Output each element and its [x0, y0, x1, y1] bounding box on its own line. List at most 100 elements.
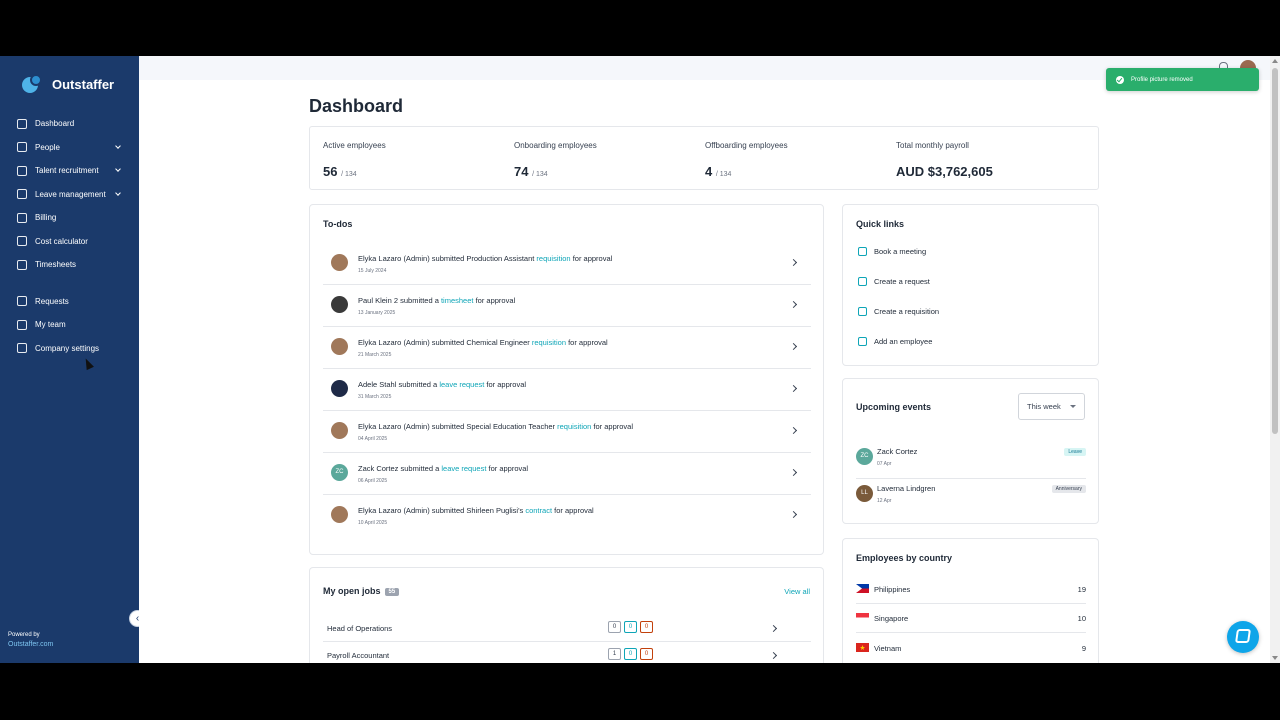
todo-item[interactable]: ZC Zack Cortez submitted a leave request … — [323, 453, 811, 495]
check-circle-icon — [1116, 75, 1124, 84]
todo-date: 13 January 2025 — [358, 310, 396, 316]
sidebar-item-billing[interactable]: Billing — [0, 206, 139, 230]
avatar: LL — [856, 485, 873, 502]
toast-notification[interactable]: Profile picture removed — [1106, 68, 1259, 91]
stat-value: AUD $3,762,605 — [896, 164, 993, 179]
quick-link-create-requisition[interactable]: Create a requisition — [858, 307, 939, 316]
sidebar: Outstaffer Dashboard People Talent recru… — [0, 56, 139, 663]
stat-value: 4 / 134 — [705, 164, 732, 179]
logo-text: Outstaffer — [52, 76, 115, 92]
quick-links-card: Quick links Book a meeting Create a requ… — [842, 204, 1099, 366]
chevron-right-icon — [789, 384, 798, 393]
status-badge: Anniversary — [1051, 485, 1086, 493]
events-period-select[interactable]: This week — [1018, 393, 1085, 420]
todo-date: 06 April 2025 — [358, 478, 388, 484]
team-icon — [17, 319, 27, 330]
requests-icon — [17, 296, 27, 307]
sidebar-item-dashboard[interactable]: Dashboard — [0, 112, 139, 136]
sidebar-item-company-settings[interactable]: Company settings — [0, 337, 139, 361]
sidebar-item-label: Timesheets — [35, 260, 77, 270]
job-row[interactable]: Head of Operations 0 0 0 — [323, 615, 811, 642]
todo-text: Elyka Lazaro (Admin) submitted Productio… — [358, 254, 613, 263]
avatar — [331, 254, 348, 271]
avatar — [331, 338, 348, 355]
country-count: 9 — [1081, 644, 1086, 653]
todo-item[interactable]: Elyka Lazaro (Admin) submitted Chemical … — [323, 327, 811, 369]
sidebar-item-label: People — [35, 142, 60, 152]
sidebar-item-my-team[interactable]: My team — [0, 313, 139, 337]
stat-label: Offboarding employees — [705, 141, 788, 150]
chevron-down-icon — [1070, 405, 1076, 408]
todo-item[interactable]: Elyka Lazaro (Admin) submitted Productio… — [323, 243, 811, 285]
people-icon — [17, 142, 27, 153]
quick-link-add-employee[interactable]: Add an employee — [858, 337, 932, 346]
avatar — [331, 422, 348, 439]
sidebar-item-label: Billing — [35, 213, 57, 223]
sidebar-item-people[interactable]: People — [0, 136, 139, 160]
todo-item[interactable]: Elyka Lazaro (Admin) submitted Special E… — [323, 411, 811, 453]
main-content: Dashboard Active employees 56 / 134 Onbo… — [139, 80, 1270, 663]
chevron-down-icon — [115, 189, 121, 196]
todo-date: 04 April 2025 — [358, 436, 388, 442]
chevron-down-icon — [115, 166, 121, 172]
sidebar-item-label: Talent recruitment — [35, 166, 99, 176]
jobs-count-badge: 55 — [384, 587, 400, 596]
chevron-right-icon — [789, 510, 798, 519]
sidebar-item-timesheets[interactable]: Timesheets — [0, 253, 139, 277]
todo-date: 21 March 2025 — [358, 352, 392, 358]
quick-link-book-meeting[interactable]: Book a meeting — [858, 247, 926, 256]
todo-item[interactable]: Elyka Lazaro (Admin) submitted Shirleen … — [323, 495, 811, 537]
scrollbar[interactable] — [1270, 56, 1280, 663]
stats-card: Active employees 56 / 134 Onboarding emp… — [309, 126, 1099, 190]
job-counts: 100 — [608, 648, 653, 660]
avatar: ZC — [331, 464, 348, 481]
sidebar-item-requests[interactable]: Requests — [0, 290, 139, 314]
todo-text: Elyka Lazaro (Admin) submitted Special E… — [358, 422, 634, 431]
chevron-right-icon — [769, 624, 778, 633]
country-row: Vietnam 9 — [856, 634, 1086, 663]
stat-label: Onboarding employees — [514, 141, 597, 150]
powered-by: Powered by Outstaffer.com — [8, 630, 53, 650]
job-row[interactable]: Payroll Accountant 1 0 0 — [323, 642, 811, 663]
country-row: Philippines 19 — [856, 575, 1086, 604]
stat-label: Active employees — [323, 141, 386, 150]
country-count: 19 — [1077, 585, 1086, 594]
country-name: Vietnam — [874, 644, 902, 653]
logo[interactable]: Outstaffer — [22, 74, 114, 94]
sidebar-item-cost-calculator[interactable]: Cost calculator — [0, 230, 139, 254]
event-item[interactable]: ZC Zack Cortez 07 Apr Leave — [856, 442, 1086, 479]
event-name: Zack Cortez — [877, 447, 918, 456]
todo-date: 10 April 2025 — [358, 520, 388, 526]
philippines-flag-icon — [856, 584, 869, 593]
avatar — [331, 296, 348, 313]
add-user-icon — [858, 337, 867, 346]
event-date: 12 Apr — [877, 498, 892, 504]
stat-active-employees: Active employees 56 / 134 — [310, 127, 501, 191]
employees-by-country-title: Employees by country — [856, 553, 953, 563]
view-all-link[interactable]: View all — [784, 587, 810, 596]
chevron-right-icon — [789, 426, 798, 435]
quick-link-create-request[interactable]: Create a request — [858, 277, 930, 286]
todo-item[interactable]: Adele Stahl submitted a leave request fo… — [323, 369, 811, 411]
sidebar-item-leave-management[interactable]: Leave management — [0, 183, 139, 207]
scroll-down-icon[interactable] — [1272, 656, 1278, 660]
powered-by-link[interactable]: Outstaffer.com — [8, 640, 53, 650]
scroll-up-icon[interactable] — [1272, 59, 1278, 63]
job-name: Head of Operations — [327, 624, 393, 633]
billing-icon — [17, 212, 27, 223]
chat-icon — [1235, 629, 1251, 643]
singapore-flag-icon — [856, 613, 869, 622]
document-icon — [858, 277, 867, 286]
stat-value: 56 / 134 — [323, 164, 357, 179]
timesheet-icon — [17, 259, 27, 270]
sidebar-item-talent-recruitment[interactable]: Talent recruitment — [0, 159, 139, 183]
stat-total-monthly-payroll: Total monthly payroll AUD $3,762,605 — [883, 127, 1074, 191]
open-jobs-title: My open jobs 55 — [323, 586, 400, 596]
todo-text: Elyka Lazaro (Admin) submitted Chemical … — [358, 338, 608, 347]
event-item[interactable]: LL Laverna Lindgren 12 Apr Anniversary — [856, 479, 1086, 516]
todo-item[interactable]: Paul Klein 2 submitted a timesheet for a… — [323, 285, 811, 327]
scrollbar-thumb[interactable] — [1272, 68, 1278, 434]
chevron-right-icon — [769, 651, 778, 660]
avatar — [331, 380, 348, 397]
help-chat-button[interactable] — [1227, 621, 1259, 653]
